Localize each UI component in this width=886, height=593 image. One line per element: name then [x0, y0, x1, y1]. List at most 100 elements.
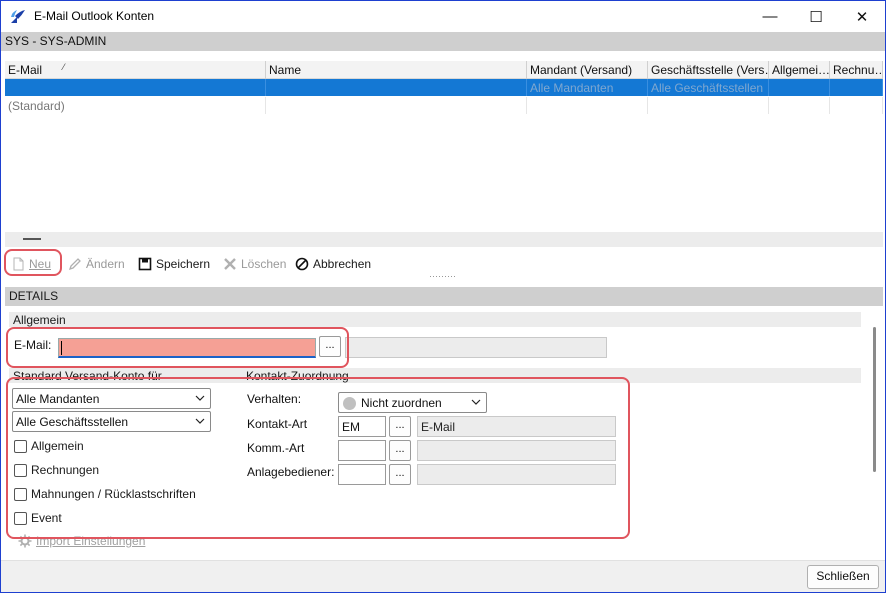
- cancel-circle-icon: [295, 257, 309, 271]
- column-header-email[interactable]: E-Mail ⁄: [5, 61, 266, 79]
- cancel-button[interactable]: Abbrechen: [295, 254, 371, 274]
- email-display-field: [345, 337, 607, 358]
- cell-allgemein: [769, 97, 830, 114]
- komm-art-description: [417, 440, 616, 461]
- edit-button[interactable]: Ändern: [68, 254, 125, 274]
- komm-art-label: Komm.-Art: [247, 441, 305, 455]
- grid-header: E-Mail ⁄ Name Mandant (Versand) Geschäft…: [5, 61, 883, 79]
- maximize-button[interactable]: ☐: [793, 1, 839, 32]
- details-scrollbar[interactable]: [867, 319, 883, 525]
- email-browse-button[interactable]: ...: [319, 336, 341, 357]
- table-row-selected[interactable]: Alle Mandanten Alle Geschäftsstellen: [5, 79, 883, 96]
- grid-splitter[interactable]: [5, 232, 883, 247]
- app-logo-icon: [11, 10, 25, 23]
- checkbox-box[interactable]: [14, 463, 27, 477]
- close-button[interactable]: Schließen: [807, 565, 879, 589]
- cell-allgemein: [769, 79, 830, 96]
- minimize-button[interactable]: —: [747, 1, 793, 32]
- checkbox-box[interactable]: [14, 439, 27, 453]
- checkbox-box[interactable]: [14, 487, 27, 501]
- import-settings-label: Import Einstellungen: [36, 534, 146, 548]
- checkbox-rechnungen[interactable]: Rechnungen: [14, 462, 99, 478]
- delete-x-icon: [224, 258, 236, 270]
- splitter-grip-icon: [23, 238, 41, 240]
- cell-email: [5, 79, 266, 96]
- verhalten-label: Verhalten:: [247, 392, 302, 406]
- kontakt-art-label: Kontakt-Art: [247, 417, 308, 431]
- komm-art-code-input[interactable]: [338, 440, 386, 461]
- verhalten-select[interactable]: Nicht zuordnen: [338, 392, 487, 413]
- accounts-grid: E-Mail ⁄ Name Mandant (Versand) Geschäft…: [5, 61, 883, 231]
- checkbox-label: Rechnungen: [31, 463, 100, 477]
- minimize-icon: —: [762, 8, 778, 25]
- column-header-geschaeftsstelle[interactable]: Geschäftsstelle (Vers…: [648, 61, 769, 79]
- delete-button[interactable]: Löschen: [223, 254, 286, 274]
- section-versand-header: Standard Versand-Konto für Kontakt-Zuord…: [9, 368, 861, 383]
- column-header-allgemein[interactable]: Allgemei…: [769, 61, 830, 79]
- kontakt-art-browse-button[interactable]: ...: [389, 416, 411, 437]
- anlagebediener-code-input[interactable]: [338, 464, 386, 485]
- checkbox-box[interactable]: [14, 511, 27, 525]
- column-header-rechnungen[interactable]: Rechnu…: [830, 61, 883, 79]
- cell-rechnungen: [830, 79, 883, 96]
- new-document-icon: [13, 257, 24, 271]
- footer-bar: Schließen: [1, 560, 885, 592]
- email-input[interactable]: [58, 338, 316, 358]
- checkbox-event[interactable]: Event: [14, 510, 62, 526]
- geschaeftsstelle-select[interactable]: Alle Geschäftsstellen: [12, 411, 211, 432]
- pencil-icon: [68, 258, 81, 271]
- save-button-label: Speichern: [156, 257, 211, 271]
- cell-mandant: [527, 97, 648, 114]
- email-outlook-accounts-window: E-Mail Outlook Konten — ☐ ✕ SYS - SYS-AD…: [0, 0, 886, 593]
- save-button[interactable]: Speichern: [138, 254, 210, 274]
- cell-name: [266, 97, 527, 114]
- column-header-name[interactable]: Name: [266, 61, 527, 79]
- section-general-title: Allgemein: [13, 313, 66, 327]
- sort-ascending-icon: ⁄: [63, 62, 65, 72]
- kontakt-art-description: E-Mail: [417, 416, 616, 437]
- new-button[interactable]: Neu: [11, 254, 51, 274]
- checkbox-allgemein[interactable]: Allgemein: [14, 438, 84, 454]
- chevron-down-icon: [195, 395, 205, 401]
- anlagebediener-browse-button[interactable]: ...: [389, 464, 411, 485]
- komm-art-browse-button[interactable]: ...: [389, 440, 411, 461]
- checkbox-mahnungen[interactable]: Mahnungen / Rücklastschriften: [14, 486, 196, 502]
- cell-email: (Standard): [5, 97, 266, 114]
- verhalten-select-value: Nicht zuordnen: [361, 396, 442, 410]
- cell-geschaeftsstelle: Alle Geschäftsstellen: [648, 79, 769, 96]
- cell-name: [266, 79, 527, 96]
- gear-icon: [18, 534, 32, 548]
- cell-geschaeftsstelle: [648, 97, 769, 114]
- edit-button-label: Ändern: [86, 257, 125, 271]
- text-caret: [61, 341, 62, 355]
- toolbar: Neu Ändern Speichern Löschen Abbrechen ·…: [5, 251, 883, 281]
- status-circle-icon: [343, 397, 356, 410]
- mandant-select-value: Alle Mandanten: [16, 392, 100, 406]
- cell-rechnungen: [830, 97, 883, 114]
- anlagebediener-description: [417, 464, 616, 485]
- save-icon: [138, 257, 152, 271]
- close-icon: ✕: [855, 8, 869, 26]
- section-general-header: Allgemein: [9, 312, 861, 327]
- details-header: DETAILS: [5, 287, 883, 306]
- mandant-select[interactable]: Alle Mandanten: [12, 388, 211, 409]
- cell-mandant: Alle Mandanten: [527, 79, 648, 96]
- new-button-label: Neu: [29, 257, 52, 271]
- import-settings-button[interactable]: Import Einstellungen: [18, 534, 145, 548]
- checkbox-label: Event: [31, 511, 62, 525]
- kontakt-art-code-input[interactable]: EM: [338, 416, 386, 437]
- title-bar: E-Mail Outlook Konten — ☐ ✕: [1, 1, 885, 32]
- window-title: E-Mail Outlook Konten: [34, 9, 155, 23]
- geschaeftsstelle-select-value: Alle Geschäftsstellen: [16, 415, 129, 429]
- email-label: E-Mail:: [14, 338, 52, 352]
- checkbox-label: Allgemein: [31, 439, 84, 453]
- close-window-button[interactable]: ✕: [839, 1, 885, 32]
- column-header-mandant[interactable]: Mandant (Versand): [527, 61, 648, 79]
- scrollbar-thumb[interactable]: [873, 327, 876, 472]
- table-row-standard[interactable]: (Standard): [5, 97, 883, 114]
- delete-button-label: Löschen: [241, 257, 287, 271]
- section-versand-title: Standard Versand-Konto für: [13, 369, 162, 383]
- panel-resize-grip[interactable]: ·········: [429, 272, 456, 281]
- chevron-down-icon: [471, 399, 481, 405]
- section-kontakt-title: Kontakt-Zuordnung: [246, 369, 349, 383]
